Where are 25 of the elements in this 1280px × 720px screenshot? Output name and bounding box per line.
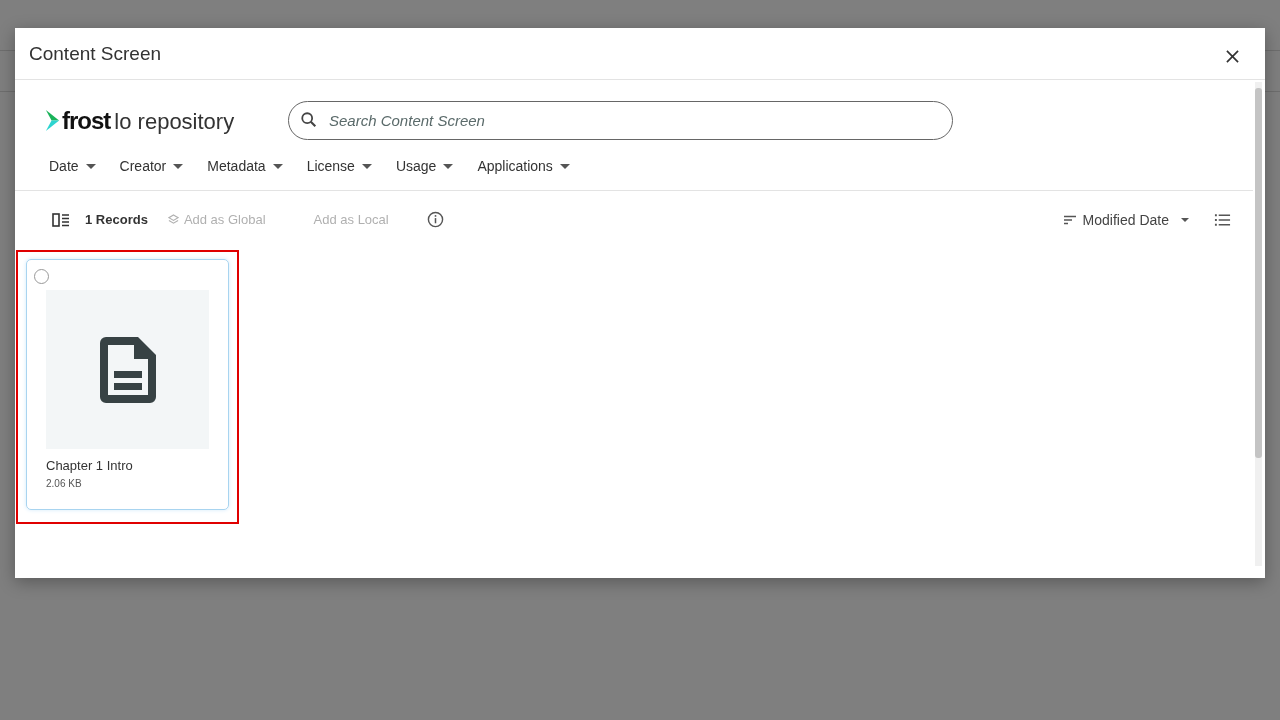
file-name: Chapter 1 Intro [46, 458, 134, 473]
file-card[interactable]: Chapter 1 Intro 2.06 KB [26, 259, 229, 510]
filter-dropdown[interactable]: Creator [119, 157, 184, 175]
search-icon [300, 111, 318, 129]
close-icon[interactable] [1226, 50, 1239, 63]
filter-dropdown[interactable]: Date [49, 157, 96, 175]
logo-text: frost [62, 106, 111, 135]
filter-dropdown[interactable]: Usage [395, 157, 454, 175]
filter-dropdown[interactable]: Applications [477, 157, 570, 175]
chevron-logo-icon [44, 108, 61, 133]
file-size: 2.06 KB [46, 478, 83, 489]
record-count: 1 Records [85, 212, 148, 227]
panel-toggle-icon[interactable] [52, 212, 70, 227]
sort-dropdown[interactable]: Modified Date [1062, 211, 1189, 228]
product-name: lo repository [114, 108, 235, 135]
layers-icon [167, 214, 179, 225]
search-field[interactable]: Search Content Screen [288, 101, 953, 140]
filter-dropdown[interactable]: Metadata [207, 157, 283, 175]
sort-icon [1062, 214, 1077, 225]
list-view-icon[interactable] [1214, 212, 1231, 227]
scrollbar[interactable] [1255, 82, 1262, 566]
info-icon[interactable] [426, 211, 444, 228]
document-icon [99, 336, 156, 403]
dialog-title: Content Screen [29, 42, 162, 65]
filter-dropdown[interactable]: License [306, 157, 372, 175]
